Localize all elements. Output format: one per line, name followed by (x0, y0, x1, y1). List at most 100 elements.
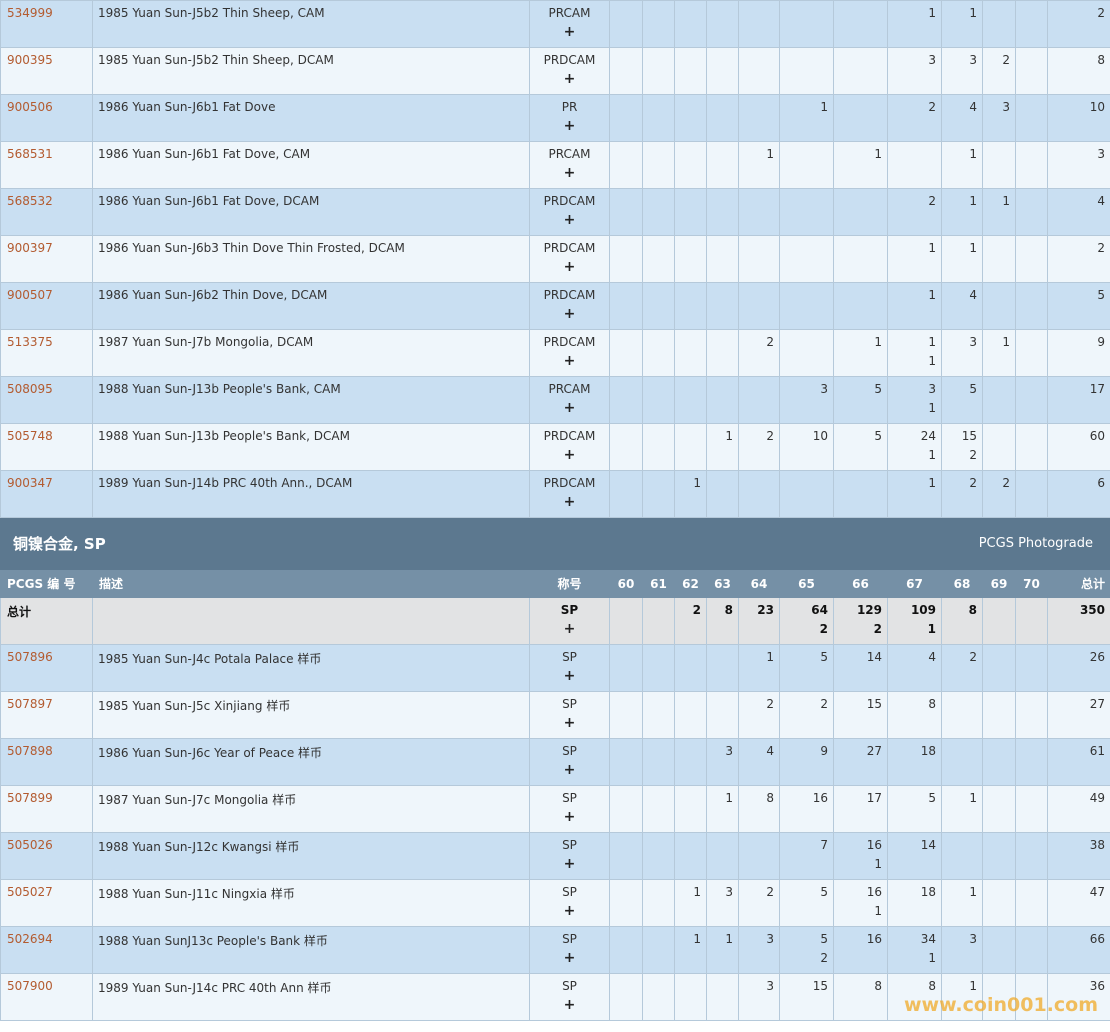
grade-count: 2 (766, 697, 774, 711)
grade-cell-67: 1 (887, 0, 942, 48)
description: 1985 Yuan Sun-J5b2 Thin Sheep, CAM (92, 0, 530, 48)
plus-icon[interactable]: + (531, 166, 609, 180)
grade-count: 129 (856, 603, 882, 617)
grade-cell-70 (1015, 691, 1048, 739)
grade-cell-64 (738, 94, 780, 142)
grade-cell-70 (1015, 47, 1048, 95)
pcgs-number-link[interactable]: 534999 (0, 0, 93, 48)
plus-icon[interactable]: + (531, 810, 609, 824)
grade-count: 3 (725, 744, 733, 758)
plus-icon[interactable]: + (531, 213, 609, 227)
table-row: 505027 1988 Yuan Sun-J11c Ningxia 样币 SP +1 3… (0, 879, 1110, 927)
plus-icon[interactable]: + (531, 763, 609, 777)
grade-cell-64: 23 (738, 597, 780, 645)
photograde-link[interactable]: PCGS Photograde (833, 517, 1110, 570)
grade-cell-63 (706, 329, 739, 377)
grade-cell-61 (642, 376, 675, 424)
grade-cell-64: 1 (738, 141, 780, 189)
plus-icon[interactable]: + (531, 495, 609, 509)
pcgs-number-link[interactable]: 507898 (0, 738, 93, 786)
grade-count: 1 (969, 791, 977, 805)
designation-cell: PRDCAM + (529, 47, 610, 95)
plus-icon[interactable]: + (531, 904, 609, 918)
designation-cell: SP + (529, 926, 610, 974)
grade-cell-69 (982, 879, 1016, 927)
grade-cell-62 (674, 282, 707, 330)
grade-cell-64: 2 (738, 423, 780, 471)
pcgs-number-link[interactable]: 900507 (0, 282, 93, 330)
plus-icon[interactable]: + (531, 998, 609, 1012)
pcgs-number-link[interactable]: 507897 (0, 691, 93, 739)
grade-count: 3 (766, 979, 774, 993)
grade-cell-60 (609, 188, 643, 236)
grade-cell-65 (779, 141, 834, 189)
grade-cell-67: 5 (887, 785, 942, 833)
grade-plus-count: 2 (819, 622, 828, 636)
plus-icon[interactable]: + (531, 669, 609, 683)
plus-icon[interactable]: + (531, 622, 609, 636)
row-total: 27 (1047, 691, 1110, 739)
grade-count: 1 (874, 147, 882, 161)
plus-icon[interactable]: + (531, 25, 609, 39)
header-grade-66: 66 (833, 569, 888, 598)
grade-count: 34 (920, 932, 936, 946)
pcgs-number-link[interactable]: 502694 (0, 926, 93, 974)
pcgs-number-link[interactable]: 513375 (0, 329, 93, 377)
grade-cell-70 (1015, 926, 1048, 974)
pcgs-number-link[interactable]: 900506 (0, 94, 93, 142)
plus-icon[interactable]: + (531, 716, 609, 730)
pcgs-number-link[interactable]: 507896 (0, 644, 93, 692)
designation-cell: PRCAM + (529, 376, 610, 424)
grade-cell-67: 3 (887, 47, 942, 95)
grade-plus-count: 1 (928, 401, 936, 415)
pcgs-number-link[interactable]: 568532 (0, 188, 93, 236)
plus-icon[interactable]: + (531, 857, 609, 871)
plus-icon[interactable]: + (531, 448, 609, 462)
grade-count: 5 (874, 429, 882, 443)
plus-icon[interactable]: + (531, 951, 609, 965)
header-grade-62: 62 (674, 569, 707, 598)
grade-cell-69 (982, 597, 1016, 645)
grade-cell-61 (642, 423, 675, 471)
designation-cell: SP + (529, 973, 610, 1021)
grade-cell-65 (779, 0, 834, 48)
grade-cell-62 (674, 691, 707, 739)
header-pcgs-number: PCGS 编 号 (0, 569, 93, 598)
plus-icon[interactable]: + (531, 119, 609, 133)
grade-cell-60 (609, 973, 643, 1021)
plus-icon[interactable]: + (531, 307, 609, 321)
pcgs-number-link[interactable]: 568531 (0, 141, 93, 189)
pcgs-number-link[interactable]: 900347 (0, 470, 93, 518)
pcgs-number-link[interactable]: 507900 (0, 973, 93, 1021)
grade-cell-60 (609, 832, 643, 880)
row-total: 38 (1047, 832, 1110, 880)
table-row: 513375 1987 Yuan Sun-J7b Mongolia, DCAM PR… (0, 329, 1110, 377)
grade-cell-67: 4 (887, 644, 942, 692)
grade-count: 8 (874, 979, 882, 993)
grade-cell-62 (674, 0, 707, 48)
pcgs-number-link[interactable]: 508095 (0, 376, 93, 424)
grade-cell-64 (738, 282, 780, 330)
grade-count: 1 (725, 791, 733, 805)
plus-icon[interactable]: + (531, 354, 609, 368)
pcgs-number-link[interactable]: 900397 (0, 235, 93, 283)
grade-cell-66: 16 (833, 926, 888, 974)
pcgs-number-link[interactable]: 507899 (0, 785, 93, 833)
pcgs-number-link[interactable]: 505026 (0, 832, 93, 880)
pcgs-number-link[interactable]: 900395 (0, 47, 93, 95)
designation-cell: SP + (529, 691, 610, 739)
grade-cell-68: 3 (941, 329, 983, 377)
grade-count: 2 (928, 100, 936, 114)
pcgs-number-link[interactable]: 505748 (0, 423, 93, 471)
description: 1985 Yuan Sun-J5b2 Thin Sheep, DCAM (92, 47, 530, 95)
grade-count: 24 (920, 429, 936, 443)
grade-count: 16 (866, 838, 882, 852)
plus-icon[interactable]: + (531, 72, 609, 86)
plus-icon[interactable]: + (531, 260, 609, 274)
grade-cell-69 (982, 423, 1016, 471)
grade-count: 9 (820, 744, 828, 758)
plus-icon[interactable]: + (531, 401, 609, 415)
grade-plus-count: 1 (928, 354, 936, 368)
pcgs-number-link[interactable]: 505027 (0, 879, 93, 927)
grade-cell-61 (642, 832, 675, 880)
